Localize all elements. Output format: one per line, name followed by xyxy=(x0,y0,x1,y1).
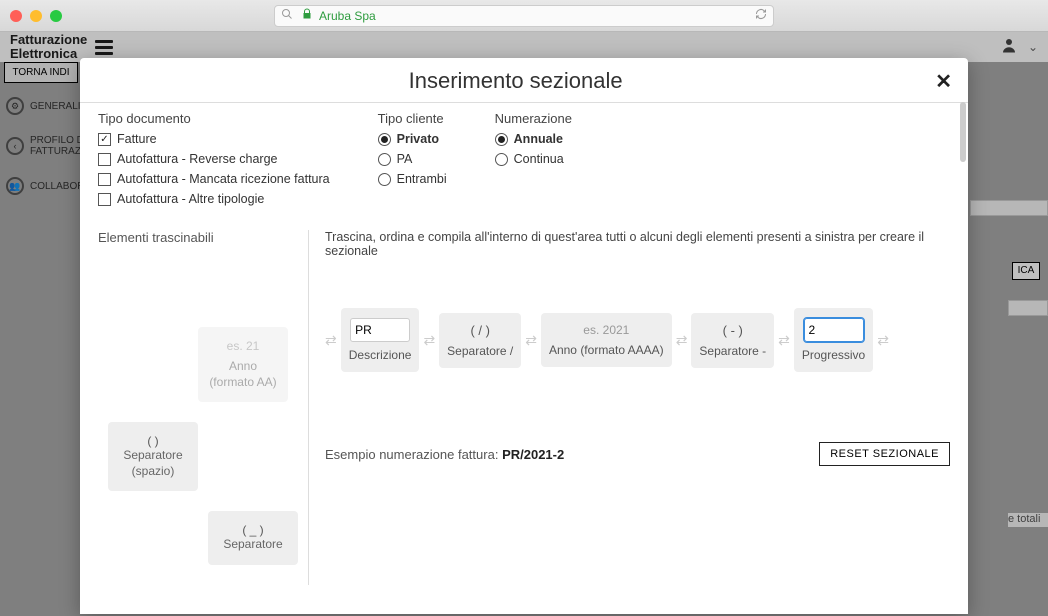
checkbox-altre-tipologie[interactable]: Autofattura - Altre tipologie xyxy=(98,192,330,206)
refresh-icon[interactable] xyxy=(755,8,767,23)
gear-icon: ⚙ xyxy=(6,97,24,115)
window-titlebar: Aruba Spa xyxy=(0,0,1048,32)
reset-sezionale-button[interactable]: RESET SEZIONALE xyxy=(819,442,950,466)
address-bar[interactable]: Aruba Spa xyxy=(274,5,774,27)
drag-source-separatore-underscore[interactable]: ( _ ) Separatore xyxy=(208,511,298,565)
drag-handle-icon[interactable]: ⇄ xyxy=(778,332,790,349)
tipo-cliente-heading: Tipo cliente xyxy=(378,111,447,126)
traffic-lights xyxy=(10,10,62,22)
block-separatore-slash[interactable]: ( / ) Separatore / xyxy=(439,313,521,368)
block-anno-aaaa[interactable]: es. 2021 Anno (formato AAAA) xyxy=(541,313,672,367)
drag-handle-icon[interactable]: ⇄ xyxy=(877,332,889,349)
drag-source-anno-aa[interactable]: es. 21 Anno (formato AA) xyxy=(198,327,288,402)
radio-continua[interactable]: Continua xyxy=(495,152,572,166)
drag-source-separatore-spazio[interactable]: ( ) Separatore (spazio) xyxy=(108,422,198,491)
arrow-left-icon: ‹ xyxy=(6,137,24,155)
drag-handle-icon[interactable]: ⇄ xyxy=(325,332,337,349)
lock-icon xyxy=(301,8,313,23)
bg-fragment xyxy=(1008,300,1048,316)
tipo-cliente-group: Tipo cliente Privato PA Entrambi xyxy=(378,111,447,212)
app-logo: Fatturazione Elettronica xyxy=(10,33,87,62)
drag-handle-icon[interactable]: ⇄ xyxy=(525,332,537,349)
minimize-window-button[interactable] xyxy=(30,10,42,22)
url-text: Aruba Spa xyxy=(319,9,376,23)
bg-fragment-totali: e totali xyxy=(1008,513,1048,527)
numerazione-group: Numerazione Annuale Continua xyxy=(495,111,572,212)
maximize-window-button[interactable] xyxy=(50,10,62,22)
sidebar-item-collabora[interactable]: 👥 COLLABORA xyxy=(0,167,82,205)
sidebar-item-profilo[interactable]: ‹ PROFILO DIFATTURAZIC xyxy=(0,125,82,167)
drag-handle-icon[interactable]: ⇄ xyxy=(676,332,688,349)
menu-icon[interactable] xyxy=(95,40,113,55)
elementi-trascinabili-pane: Elementi trascinabili es. 21 Anno (forma… xyxy=(98,230,308,585)
block-progressivo[interactable]: Progressivo xyxy=(794,308,873,372)
block-separatore-dash[interactable]: ( - ) Separatore - xyxy=(691,313,774,368)
block-descrizione[interactable]: Descrizione xyxy=(341,308,420,372)
drag-handle-icon[interactable]: ⇄ xyxy=(423,332,435,349)
radio-entrambi[interactable]: Entrambi xyxy=(378,172,447,186)
back-button[interactable]: TORNA INDI xyxy=(4,62,78,83)
sezionale-sequence: ⇄ Descrizione ⇄ ( / ) Separatore / ⇄ es.… xyxy=(325,308,950,372)
users-icon: 👥 xyxy=(6,177,24,195)
radio-privato[interactable]: Privato xyxy=(378,132,447,146)
search-icon xyxy=(281,8,293,23)
sezionale-builder-pane: Trascina, ordina e compila all'interno d… xyxy=(309,230,950,585)
checkbox-reverse-charge[interactable]: Autofattura - Reverse charge xyxy=(98,152,330,166)
chevron-down-icon[interactable]: ⌄ xyxy=(1028,40,1038,54)
close-icon[interactable]: ✕ xyxy=(935,69,952,94)
tipo-documento-group: Tipo documento ✓Fatture Autofattura - Re… xyxy=(98,111,330,212)
side-nav: TORNA INDI ⚙ GENERALI ‹ PROFILO DIFATTUR… xyxy=(0,62,82,205)
checkbox-fatture[interactable]: ✓Fatture xyxy=(98,132,330,146)
instruction-text: Trascina, ordina e compila all'interno d… xyxy=(325,230,950,258)
bg-fragment xyxy=(970,200,1048,216)
modal-title: Inserimento sezionale xyxy=(96,68,935,94)
numerazione-heading: Numerazione xyxy=(495,111,572,126)
sidebar-item-generali[interactable]: ⚙ GENERALI xyxy=(0,87,82,125)
user-icon[interactable] xyxy=(1000,36,1018,59)
progressivo-input[interactable] xyxy=(804,318,864,342)
radio-annuale[interactable]: Annuale xyxy=(495,132,572,146)
close-window-button[interactable] xyxy=(10,10,22,22)
radio-pa[interactable]: PA xyxy=(378,152,447,166)
elementi-trascinabili-heading: Elementi trascinabili xyxy=(98,230,300,245)
descrizione-input[interactable] xyxy=(350,318,410,342)
tipo-documento-heading: Tipo documento xyxy=(98,111,330,126)
example-value: PR/2021-2 xyxy=(502,447,564,462)
modal-inserimento-sezionale: Inserimento sezionale ✕ Tipo documento ✓… xyxy=(80,58,968,614)
example-label: Esempio numerazione fattura: PR/2021-2 xyxy=(325,447,564,462)
bg-fragment-ica: ICA xyxy=(1012,262,1040,280)
checkbox-mancata-ricezione[interactable]: Autofattura - Mancata ricezione fattura xyxy=(98,172,330,186)
